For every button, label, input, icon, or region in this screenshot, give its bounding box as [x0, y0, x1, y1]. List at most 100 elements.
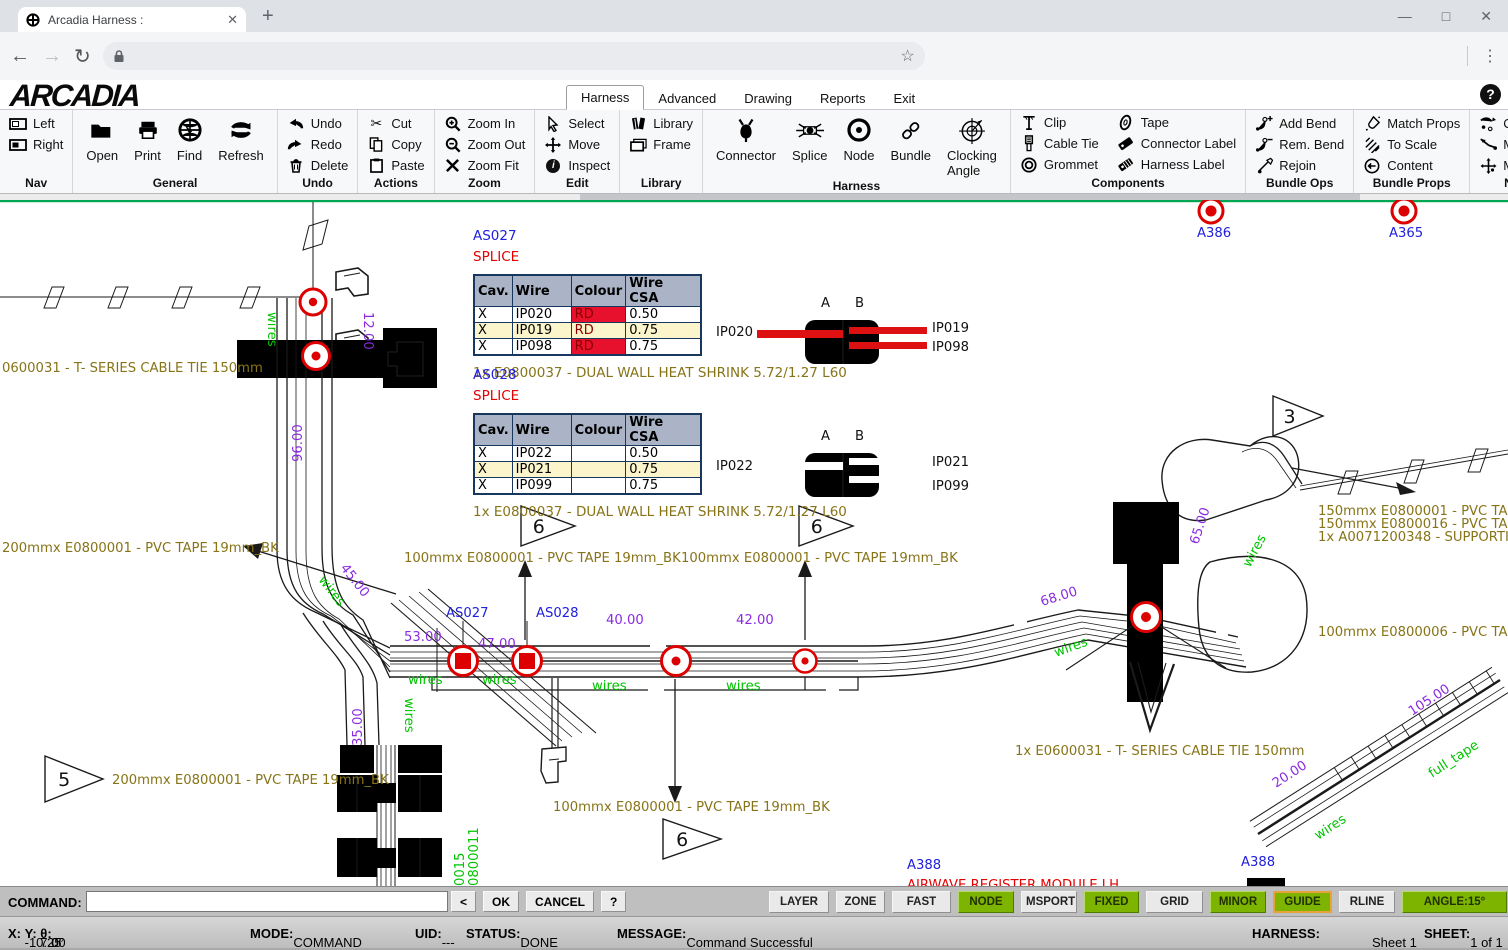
browser-tab[interactable]: Arcadia Harness : ✕ — [18, 7, 246, 32]
tab-advanced[interactable]: Advanced — [644, 87, 730, 110]
clipboard-icon — [367, 158, 385, 173]
move-end-button[interactable]: Move End — [1475, 135, 1508, 154]
inspect-button[interactable]: iInspect — [540, 156, 614, 175]
tab-drawing[interactable]: Drawing — [730, 87, 806, 110]
cable-tie-icon — [1020, 135, 1038, 152]
tab-exit[interactable]: Exit — [879, 87, 929, 110]
content-button[interactable]: Content — [1359, 156, 1464, 175]
table-row: XIP0220.50 — [474, 446, 701, 462]
window-maximize-icon[interactable]: □ — [1442, 8, 1450, 24]
refresh-icon[interactable]: ↻ — [74, 44, 91, 69]
tape-button[interactable]: Tape — [1113, 113, 1240, 132]
connector-label-button[interactable]: Connector Label — [1113, 134, 1240, 153]
address-bar[interactable]: ☆ — [103, 42, 925, 70]
flag-3[interactable]: 3 — [1273, 396, 1323, 436]
back-icon[interactable]: ← — [10, 45, 30, 68]
toggle-minor[interactable]: MINOR — [1210, 891, 1266, 913]
copy-button[interactable]: Copy — [363, 135, 428, 154]
add-bend-button[interactable]: Add Bend — [1251, 114, 1348, 133]
group-label-harness: Harness — [708, 178, 1005, 194]
canvas-labels: 0600031 - T- SERIES CABLE TIE 150mm200mm… — [2, 226, 1508, 886]
canvas-label: wires — [264, 312, 279, 347]
drawing-canvas[interactable]: 56663 0600031 - T- SERIES CABLE TIE 150m… — [0, 200, 1508, 886]
ribbon-group-general: Open Print Find Refresh General — [73, 110, 277, 193]
group-label-zoom: Zoom — [440, 175, 530, 193]
move-relative-button[interactable]: Move Relative — [1475, 156, 1508, 175]
flag-5[interactable]: 5 — [45, 756, 103, 802]
new-tab-button[interactable]: + — [262, 6, 274, 26]
bookmark-star-icon[interactable]: ☆ — [900, 46, 914, 66]
toggle-rline[interactable]: RLINE — [1339, 891, 1395, 913]
frame-button[interactable]: Frame — [625, 135, 697, 154]
clocking-angle-button[interactable]: Clocking Angle — [939, 113, 1005, 178]
to-scale-button[interactable]: To Scale — [1359, 135, 1464, 154]
toggle-grid[interactable]: GRID — [1146, 891, 1203, 913]
cut-button[interactable]: ✂Cut — [363, 114, 428, 133]
canvas-label: IP099 — [932, 479, 969, 494]
harness-label-button[interactable]: Harness Label — [1113, 155, 1240, 174]
zoom-fit-button[interactable]: Zoom Fit — [440, 156, 530, 175]
node-button[interactable]: Node — [835, 113, 882, 163]
match-props-button[interactable]: Match Props — [1359, 114, 1464, 133]
zoom-out-button[interactable]: Zoom Out — [440, 135, 530, 154]
add-bend-icon — [1255, 115, 1273, 132]
window-close-icon[interactable]: ✕ — [1480, 8, 1492, 25]
window-minimize-icon[interactable]: — — [1398, 8, 1412, 24]
right-button[interactable]: Right — [5, 135, 67, 154]
right-assembly — [1066, 437, 1307, 886]
command-bar: COMMAND: <OKCANCEL? LAYERZONEFASTNODEMSP… — [0, 886, 1508, 916]
command-input[interactable] — [86, 891, 448, 912]
clocking-angle-icon — [958, 113, 986, 147]
toggle-fixed[interactable]: FIXED — [1084, 891, 1139, 913]
toggle-zone[interactable]: ZONE — [836, 891, 885, 913]
rem-bend-button[interactable]: Rem. Bend — [1251, 135, 1348, 154]
match-props-brush-icon — [1363, 115, 1381, 132]
mode-toggles: LAYER ZONE FAST NODE MSPORT FIXED GRID MINOR GUI… — [769, 891, 1507, 913]
redo-button[interactable]: Redo — [283, 135, 353, 154]
cable-tie-button[interactable]: Cable Tie — [1016, 134, 1103, 153]
find-button[interactable]: Find — [169, 113, 210, 163]
forward-icon[interactable]: → — [42, 45, 62, 68]
paste-button[interactable]: Paste — [363, 156, 428, 175]
delete-button[interactable]: Delete — [283, 156, 353, 175]
tab-harness[interactable]: Harness — [566, 85, 644, 110]
rejoin-button[interactable]: Rejoin — [1251, 156, 1348, 175]
command-cancel-button[interactable]: CANCEL — [526, 891, 594, 912]
ribbon-group-bundle-ops: Add Bend Rem. Bend Rejoin Bundle Ops — [1246, 110, 1354, 193]
splice-button[interactable]: Splice — [784, 113, 835, 163]
canvas-top-line — [0, 200, 1508, 202]
refresh-button[interactable]: Refresh — [210, 113, 272, 163]
move-button[interactable]: Move — [540, 135, 614, 154]
command-<-button[interactable]: < — [451, 891, 476, 912]
toggle-layer[interactable]: LAYER — [769, 891, 829, 913]
toggle-node[interactable]: NODE — [958, 891, 1014, 913]
open-button[interactable]: Open — [78, 113, 126, 163]
undo-button[interactable]: Undo — [283, 114, 353, 133]
tab-close-icon[interactable]: ✕ — [227, 12, 238, 28]
clip-icon — [1020, 114, 1038, 131]
change-node-button[interactable]: Change Node — [1475, 114, 1508, 133]
tab-reports[interactable]: Reports — [806, 87, 880, 110]
command-ok-button[interactable]: OK — [483, 891, 519, 912]
print-button[interactable]: Print — [126, 113, 169, 163]
command-?-button[interactable]: ? — [601, 891, 626, 912]
connector-button[interactable]: Connector — [708, 113, 784, 163]
browser-menu-icon[interactable]: ⋮ — [1482, 46, 1498, 66]
left-button[interactable]: Left — [5, 114, 67, 133]
library-button[interactable]: Library — [625, 114, 697, 133]
connector-blocks — [337, 745, 442, 886]
bundle-button[interactable]: Bundle — [883, 113, 939, 163]
select-button[interactable]: Select — [540, 114, 614, 133]
grommet-button[interactable]: Grommet — [1016, 155, 1103, 174]
toggle-msport[interactable]: MSPORT — [1021, 891, 1077, 913]
flag-6[interactable]: 6 — [663, 819, 721, 859]
toggle-angle-15-[interactable]: ANGLE:15° — [1402, 891, 1507, 913]
help-button[interactable]: ? — [1480, 84, 1501, 105]
group-label-nav: Nav — [5, 175, 67, 193]
toggle-fast[interactable]: FAST — [892, 891, 951, 913]
clip-button[interactable]: Clip — [1016, 113, 1103, 132]
zoom-in-button[interactable]: Zoom In — [440, 114, 530, 133]
cursor-icon — [544, 116, 562, 132]
canvas-label: 42.00 — [736, 613, 774, 628]
toggle-guide[interactable]: GUIDE — [1273, 891, 1332, 913]
